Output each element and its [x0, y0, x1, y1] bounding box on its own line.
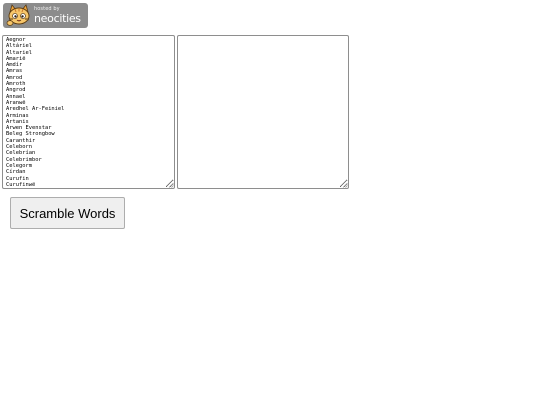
scramble-words-button[interactable]: Scramble Words: [10, 197, 125, 229]
scrambled-output-textarea[interactable]: [177, 35, 349, 189]
word-input-textarea[interactable]: Aegnor Altáriel Altariel Amarië Amdír Am…: [2, 35, 175, 189]
neocities-badge[interactable]: hosted by neocities: [3, 3, 88, 28]
neocities-wordmark: hosted by neocities: [34, 7, 81, 25]
neocities-brand-label: neocities: [34, 12, 81, 25]
neocities-cat-icon: [6, 3, 30, 26]
